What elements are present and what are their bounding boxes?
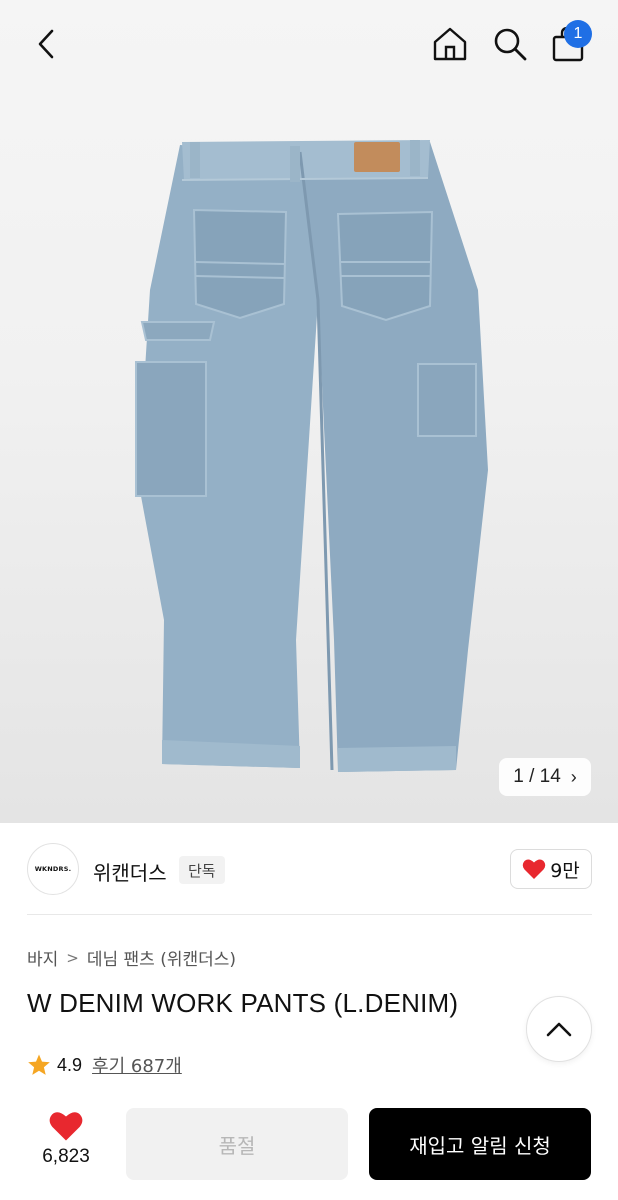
denim-pants-photo — [135, 140, 488, 772]
heart-icon — [522, 859, 546, 879]
heart-icon — [49, 1112, 83, 1141]
soldout-button[interactable]: 품절 — [126, 1108, 348, 1180]
product-like-button[interactable]: 6,823 — [30, 1110, 102, 1168]
star-icon — [28, 1054, 50, 1075]
scroll-to-top-button[interactable] — [526, 996, 592, 1062]
back-button[interactable] — [26, 24, 66, 64]
brand-like-button[interactable]: 9만 — [510, 849, 592, 889]
product-like-count: 6,823 — [42, 1146, 90, 1167]
home-icon — [433, 27, 467, 61]
chevron-left-icon — [38, 29, 54, 59]
exclusive-badge: 단독 — [179, 856, 225, 884]
product-title: W DENIM WORK PANTS (L.DENIM) — [27, 988, 459, 1018]
top-bar — [0, 0, 618, 86]
brand-row: WKNDRS. 위캔더스 단독 9만 — [27, 843, 592, 895]
rating-value: 4.9 — [57, 1054, 83, 1075]
image-counter[interactable]: 1 / 14 › — [499, 758, 591, 796]
rating-row: 4.9 후기 687개 — [27, 1052, 182, 1078]
breadcrumb-item-pants[interactable]: 바지 — [27, 945, 58, 970]
cart-count-badge: 1 — [564, 20, 592, 48]
home-button[interactable] — [428, 22, 472, 66]
restock-alert-button[interactable]: 재입고 알림 신청 — [369, 1108, 591, 1180]
chevron-right-icon: › — [570, 766, 577, 787]
breadcrumb: 바지 > 데님 팬츠 (위캔더스) — [27, 945, 236, 971]
brand-logo-text: WKNDRS. — [34, 865, 72, 873]
chevron-right-icon: > — [66, 948, 79, 967]
brand-name[interactable]: 위캔더스 — [93, 857, 167, 886]
search-button[interactable] — [488, 22, 532, 66]
divider — [27, 914, 592, 915]
chevron-up-icon — [546, 1022, 572, 1037]
image-counter-text: 1 / 14 — [513, 766, 561, 787]
reviews-link[interactable]: 후기 687개 — [92, 1052, 182, 1078]
search-icon — [494, 28, 527, 61]
brand-like-count: 9만 — [550, 859, 580, 882]
bottom-action-bar: 6,823 품절 재입고 알림 신청 — [0, 1092, 618, 1200]
product-image[interactable] — [0, 0, 618, 823]
brand-logo[interactable]: WKNDRS. — [27, 843, 79, 895]
breadcrumb-item-denim-pants[interactable]: 데님 팬츠 (위캔더스) — [87, 945, 236, 970]
